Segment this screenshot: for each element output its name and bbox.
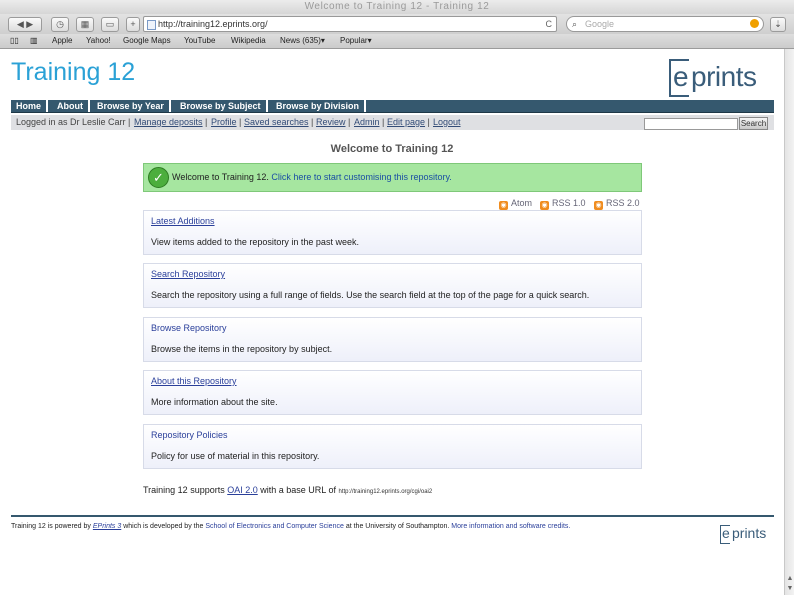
logo-e: e bbox=[673, 61, 689, 92]
scroll-up-icon[interactable]: ▲ bbox=[786, 575, 794, 583]
window-icon: ▭ bbox=[105, 19, 115, 29]
bookmark-item[interactable]: News (635)▾ bbox=[280, 36, 325, 45]
menu-browse-year[interactable]: Browse by Year bbox=[92, 100, 171, 112]
rss-icon: ◉ bbox=[594, 201, 603, 210]
login-bar: Logged in as Dr Leslie Carr | Manage dep… bbox=[11, 115, 774, 130]
bookmark-item[interactable]: YouTube bbox=[184, 36, 215, 45]
bookmark-item[interactable]: Popular▾ bbox=[340, 36, 372, 45]
window-title: Welcome to Training 12 - Training 12 bbox=[304, 1, 490, 12]
add-bookmark-button[interactable]: + bbox=[126, 17, 140, 32]
menu-browse-division[interactable]: Browse by Division bbox=[271, 100, 367, 112]
welcome-notice: ✓ Welcome to Training 12. Click here to … bbox=[143, 163, 642, 192]
about-repository-link[interactable]: About this Repository bbox=[151, 376, 237, 386]
logo-e: e bbox=[722, 525, 730, 541]
browse-repository-link[interactable]: Browse Repository bbox=[151, 323, 227, 333]
check-icon: ✓ bbox=[148, 167, 169, 188]
review-link[interactable]: Review bbox=[316, 117, 346, 127]
admin-link[interactable]: Admin bbox=[354, 117, 380, 127]
oai-middle: with a base URL of bbox=[260, 485, 336, 495]
grid-icon: ▦ bbox=[80, 19, 90, 29]
search-icon: ⌕ bbox=[572, 19, 578, 29]
eprints-link[interactable]: EPrints 3 bbox=[93, 523, 121, 530]
logo-text: prints bbox=[691, 61, 757, 92]
edit-page-link[interactable]: Edit page bbox=[387, 117, 425, 127]
site-search-input[interactable] bbox=[644, 118, 738, 130]
repository-policies-link[interactable]: Repository Policies bbox=[151, 430, 228, 440]
panel-description: Search the repository using a full range… bbox=[151, 290, 590, 300]
logout-link[interactable]: Logout bbox=[433, 117, 461, 127]
footer-divider bbox=[11, 515, 774, 517]
bookmarks-grid-icon[interactable]: ▥ bbox=[30, 36, 38, 45]
footer-part: at the University of Southampton. bbox=[345, 523, 450, 530]
page-icon bbox=[147, 20, 156, 30]
back-arrow-icon[interactable]: ◀ bbox=[17, 19, 24, 29]
back-forward-buttons[interactable]: ◀ ▶ bbox=[8, 17, 42, 32]
feed-rss1[interactable]: ◉ RSS 1.0 bbox=[540, 198, 586, 210]
plus-icon: + bbox=[130, 19, 136, 29]
menu-home[interactable]: Home bbox=[11, 100, 49, 112]
logo-text: prints bbox=[732, 525, 767, 541]
rss-icon: ◉ bbox=[540, 201, 549, 210]
menu-about[interactable]: About bbox=[52, 100, 90, 112]
forward-arrow-icon[interactable]: ▶ bbox=[26, 19, 33, 29]
main-menu: Home About Browse by Year Browse by Subj… bbox=[11, 100, 774, 113]
school-link[interactable]: School of Electronics and Computer Scien… bbox=[205, 523, 344, 530]
reload-icon[interactable]: C bbox=[546, 17, 553, 31]
oai-link[interactable]: OAI 2.0 bbox=[227, 485, 258, 495]
footer-text: Training 12 is powered by EPrints 3 whic… bbox=[11, 523, 570, 530]
history-button[interactable]: ◷ bbox=[51, 17, 69, 32]
oai-base-url: http://training12.eprints.org/cgi/oai2 bbox=[338, 489, 433, 495]
window-titlebar: Welcome to Training 12 - Training 12 bbox=[0, 0, 794, 15]
browser-search-placeholder[interactable]: Google bbox=[585, 17, 614, 31]
bookmark-item[interactable]: Apple bbox=[52, 36, 72, 45]
menu-browse-subject[interactable]: Browse by Subject bbox=[175, 100, 268, 112]
repository-policies-panel: Repository Policies Policy for use of ma… bbox=[143, 424, 642, 469]
panel-description: Policy for use of material in this repos… bbox=[151, 451, 320, 461]
oai-info: Training 12 supports OAI 2.0 with a base… bbox=[143, 485, 432, 495]
latest-additions-panel: Latest Additions View items added to the… bbox=[143, 210, 642, 255]
customise-link[interactable]: Click here to start customising this rep… bbox=[271, 172, 451, 182]
clock-icon: ◷ bbox=[56, 19, 64, 29]
scroll-down-icon[interactable]: ▼ bbox=[786, 585, 794, 593]
panel-description: Browse the items in the repository by su… bbox=[151, 344, 333, 354]
panel-description: More information about the site. bbox=[151, 397, 278, 407]
oai-prefix: Training 12 supports bbox=[143, 485, 225, 495]
page-title: Welcome to Training 12 bbox=[330, 143, 454, 155]
snapback-icon[interactable] bbox=[750, 19, 759, 28]
footer-part: Training 12 is powered by bbox=[11, 523, 91, 530]
saved-searches-link[interactable]: Saved searches bbox=[244, 117, 309, 127]
search-repository-link[interactable]: Search Repository bbox=[151, 269, 225, 279]
panel-description: View items added to the repository in th… bbox=[151, 237, 359, 247]
browse-repository-panel: Browse Repository Browse the items in th… bbox=[143, 317, 642, 362]
address-url[interactable]: http://training12.eprints.org/ bbox=[158, 17, 268, 31]
latest-additions-link[interactable]: Latest Additions bbox=[151, 216, 215, 226]
search-repository-panel: Search Repository Search the repository … bbox=[143, 263, 642, 308]
reading-list-icon[interactable]: ▯▯ bbox=[10, 36, 19, 45]
bookmark-item[interactable]: Yahoo! bbox=[86, 36, 111, 45]
browser-search-field[interactable]: ⌕ Google bbox=[566, 16, 764, 32]
footer-part: which is developed by the bbox=[123, 523, 204, 530]
rss-icon: ◉ bbox=[499, 201, 508, 210]
bookmark-item[interactable]: Wikipedia bbox=[231, 36, 266, 45]
notice-text: Welcome to Training 12. bbox=[172, 172, 269, 182]
download-icon: ⇣ bbox=[774, 19, 782, 29]
feed-rss2[interactable]: ◉ RSS 2.0 bbox=[594, 198, 640, 210]
login-status: Logged in as Dr Leslie Carr | bbox=[16, 117, 131, 127]
site-search-button[interactable]: Search bbox=[739, 117, 768, 130]
downloads-button[interactable]: ⇣ bbox=[770, 17, 786, 32]
feed-atom[interactable]: ◉ Atom bbox=[499, 198, 532, 210]
bookmarks-bar: ▯▯ ▥ Apple Yahoo! Google Maps YouTube Wi… bbox=[0, 34, 794, 49]
browser-toolbar: ◀ ▶ ◷ ▦ ▭ + http://training12.eprints.or… bbox=[0, 14, 794, 34]
address-bar[interactable]: http://training12.eprints.org/ C bbox=[143, 16, 557, 32]
reader-button[interactable]: ▭ bbox=[101, 17, 119, 32]
profile-link[interactable]: Profile bbox=[211, 117, 237, 127]
credits-link[interactable]: More information and software credits. bbox=[451, 523, 570, 530]
bookmark-item[interactable]: Google Maps bbox=[123, 36, 171, 45]
manage-deposits-link[interactable]: Manage deposits bbox=[134, 117, 203, 127]
site-title[interactable]: Training 12 bbox=[11, 58, 135, 87]
vertical-scrollbar[interactable]: ▲ ▼ bbox=[784, 49, 794, 595]
about-repository-panel: About this Repository More information a… bbox=[143, 370, 642, 415]
top-sites-button[interactable]: ▦ bbox=[76, 17, 94, 32]
